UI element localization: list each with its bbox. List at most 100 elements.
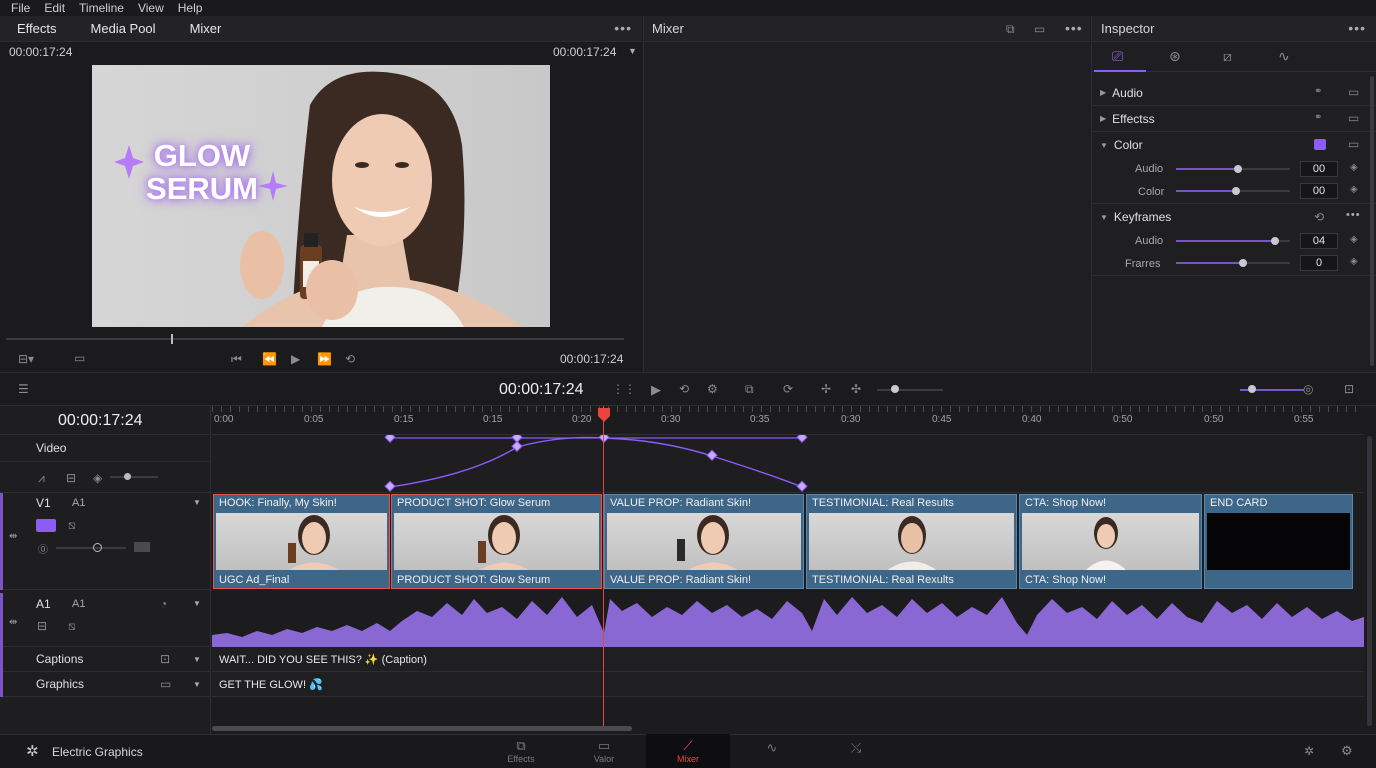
captions-lane[interactable]: WAIT... DID YOU SEE THIS? ✨ (Caption) [212,647,1364,672]
menu-help[interactable]: Help [178,1,203,15]
param-value[interactable]: 0 [1300,255,1338,271]
menu-timeline[interactable]: Timeline [79,1,124,15]
curve-tab-icon[interactable]: ∿ [1278,48,1290,65]
audio-meter-icon[interactable]: ◔ [160,597,167,611]
section-audio[interactable]: ▶ Audio ⚭ ▭ [1092,80,1376,106]
param-slider-knob[interactable] [1234,165,1242,173]
list-icon[interactable]: ☰ [18,382,29,396]
clip-end-card[interactable]: END CARD [1204,494,1353,589]
viewer-frame[interactable]: GLOW SERUM [92,65,550,327]
inspector-scrollbar[interactable] [1370,76,1374,366]
tab-mixer[interactable]: Mixer [173,21,239,36]
video-tab-icon[interactable]: ⎚ [1112,48,1123,65]
zoom-icon[interactable]: ◎ [1303,382,1313,396]
clip-cta[interactable]: CTA: Shop Now! CTA: Shop Now! [1019,494,1202,589]
video-enable-icon[interactable] [36,519,56,532]
disable-icon[interactable]: ⧅ [68,518,76,533]
section-keyframes[interactable]: ▼ Keyframes ⟲ ••• [1092,204,1376,230]
menu-view[interactable]: View [138,1,164,15]
volume-slider-knob[interactable] [124,473,131,480]
chevron-down-icon[interactable]: ▼ [193,655,201,664]
waveform-toggle-icon[interactable]: ⊟ [37,619,47,633]
chevron-down-icon[interactable]: ▼ [193,680,201,689]
settings-icon[interactable]: ⚙ [707,382,718,396]
audio-tab-icon[interactable]: ⊛ [1169,48,1181,65]
comment-icon[interactable]: ▭ [1348,111,1359,125]
skip-start-icon[interactable]: ⏮ [231,352,242,367]
zoom-slider-knob[interactable] [891,385,899,393]
disable-icon[interactable]: ⧅ [68,619,76,634]
timeline-vscrollbar[interactable] [1367,436,1372,726]
clip-value-prop[interactable]: VALUE PROP: Radiant Skin! VALUE PROP: Ra… [604,494,804,589]
page-tab-mixer[interactable]: ⟋ Mixer [646,734,730,768]
clip-testimonial[interactable]: TESTIMONIAL: Real Results TESTIMONIAL: R… [806,494,1017,589]
more-options-icon[interactable]: ••• [1346,209,1361,221]
opacity-slider[interactable] [56,547,126,549]
more-options-icon[interactable]: ••• [1065,20,1083,36]
reset-icon[interactable]: ◈ [1350,184,1358,195]
undo-icon[interactable]: ⟲ [679,382,689,396]
page-tab-graph[interactable]: ∿ [730,734,814,768]
rewind-icon[interactable]: ⏪ [262,352,277,366]
comment-icon[interactable]: ▭ [1348,85,1359,99]
viewer-scrubber[interactable] [6,338,624,340]
section-effects[interactable]: ▶ Effectss ⚭ ▭ [1092,106,1376,132]
reset-icon[interactable]: ◈ [1350,234,1358,245]
fast-forward-icon[interactable]: ⏩ [317,352,332,366]
more-options-icon[interactable]: ••• [614,20,632,36]
menu-edit[interactable]: Edit [44,1,65,15]
param-slider-knob[interactable] [1239,259,1247,267]
playhead[interactable] [603,406,604,726]
color-swatch[interactable] [134,542,150,552]
collapse-icon[interactable]: ✲ [1304,744,1314,758]
zoom-slider[interactable] [877,389,943,391]
link-icon[interactable]: ⚭ [1314,86,1322,97]
menu-file[interactable]: File [11,1,30,15]
monitor-icon[interactable]: ⊟▾ [18,352,34,366]
refresh-icon[interactable]: ⟲ [1314,210,1324,224]
chevron-down-icon[interactable]: ▼ [193,498,201,507]
snap-icon[interactable]: ✢ [821,382,831,396]
redo-icon[interactable]: ⟳ [783,382,793,396]
gear-icon[interactable]: ⚙ [1341,743,1353,759]
link-arrows-icon[interactable]: ⇹ [9,531,17,542]
param-slider-knob[interactable] [1271,237,1279,245]
track-height-knob[interactable] [1248,385,1256,393]
param-value[interactable]: 00 [1300,183,1338,199]
caption-clip[interactable]: WAIT... DID YOU SEE THIS? ✨ (Caption) [219,653,427,666]
page-tab-valor[interactable]: ▭ Valor [562,734,646,768]
loop-icon[interactable]: ⟲ [345,352,355,366]
display-icon[interactable]: ▭ [1034,22,1045,36]
keyframe-curve[interactable] [212,435,1364,493]
chevron-down-icon[interactable]: ▼ [628,46,637,56]
link-arrows-icon[interactable]: ⇹ [9,617,17,628]
param-slider-knob[interactable] [1232,187,1240,195]
chevron-down-icon[interactable]: ▼ [193,599,201,608]
reset-icon[interactable]: ◈ [1350,162,1358,173]
waveform-icon[interactable]: ⋮⋮ [612,382,636,396]
link-clips-icon[interactable]: ✣ [851,382,861,396]
page-tab-effects[interactable]: ⧉ Effects [479,734,563,768]
playhead-marker[interactable] [598,408,610,422]
color-active-icon[interactable] [1314,139,1326,150]
curve-icon[interactable]: ⩘ [38,471,45,486]
clip-icon[interactable]: ⊟ [66,471,76,485]
caption-icon[interactable]: ⊡ [160,652,170,666]
viewer-timecode-right[interactable]: 00:00:17:24 [553,45,616,59]
opacity-slider-knob[interactable] [93,543,102,552]
layout-icon[interactable]: ⧉ [1006,22,1015,37]
play-icon[interactable]: ▶ [291,352,300,366]
tab-media-pool[interactable]: Media Pool [74,21,173,36]
timeline-area[interactable]: HOOK: Finally, My Skin! UGC Ad_Final PRO… [212,406,1376,734]
copy-icon[interactable]: ⧉ [745,382,754,397]
safe-area-icon[interactable]: ▭ [74,351,85,365]
audio-waveform[interactable] [212,593,1364,647]
play-icon[interactable]: ▶ [651,382,661,398]
param-value[interactable]: 00 [1300,161,1338,177]
graphics-lane[interactable]: GET THE GLOW! 💦 [212,672,1364,697]
monitor-icon[interactable]: ▭ [160,677,171,691]
tab-effects[interactable]: Effects [0,21,74,36]
more-options-icon[interactable]: ••• [1348,20,1366,36]
graphics-clip[interactable]: GET THE GLOW! 💦 [219,678,323,691]
reset-icon[interactable]: ◈ [1350,256,1358,267]
